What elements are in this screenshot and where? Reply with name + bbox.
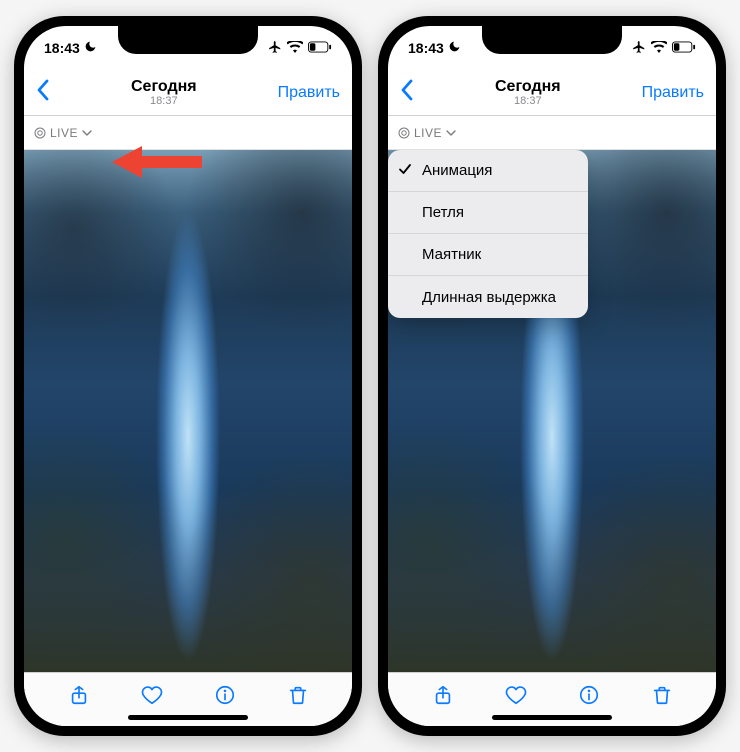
live-icon bbox=[34, 127, 46, 139]
info-button[interactable] bbox=[214, 684, 236, 711]
live-badge[interactable]: LIVE bbox=[34, 126, 92, 140]
wifi-icon bbox=[287, 40, 303, 56]
share-button[interactable] bbox=[68, 684, 90, 711]
edit-button[interactable]: Править bbox=[642, 84, 704, 102]
edit-button[interactable]: Править bbox=[278, 84, 340, 102]
dropdown-item-loop[interactable]: Петля bbox=[388, 192, 588, 234]
dropdown-item-label: Петля bbox=[422, 204, 464, 221]
live-badge[interactable]: LIVE bbox=[398, 126, 456, 140]
dropdown-item-animation[interactable]: Анимация bbox=[388, 150, 588, 192]
waterfall-photo bbox=[24, 150, 352, 672]
delete-button[interactable] bbox=[651, 684, 673, 711]
live-label: LIVE bbox=[414, 126, 442, 140]
live-effects-dropdown: Анимация Петля Маятник Длинная выдержка bbox=[388, 150, 588, 318]
notch bbox=[118, 26, 258, 54]
chevron-down-icon bbox=[446, 128, 456, 138]
favorite-button[interactable] bbox=[141, 684, 163, 711]
live-icon bbox=[398, 127, 410, 139]
nav-title-text: Сегодня bbox=[414, 78, 642, 96]
live-label: LIVE bbox=[50, 126, 78, 140]
share-button[interactable] bbox=[432, 684, 454, 711]
battery-icon bbox=[308, 40, 332, 56]
nav-subtitle: 18:37 bbox=[50, 95, 278, 107]
dropdown-item-label: Маятник bbox=[422, 246, 481, 263]
airplane-icon bbox=[632, 40, 646, 57]
nav-bar: Сегодня 18:37 Править bbox=[24, 70, 352, 116]
delete-button[interactable] bbox=[287, 684, 309, 711]
wifi-icon bbox=[651, 40, 667, 56]
dropdown-item-bounce[interactable]: Маятник bbox=[388, 234, 588, 276]
phone-mockup-right: 18:43 Сегодня bbox=[378, 16, 726, 736]
nav-subtitle: 18:37 bbox=[414, 95, 642, 107]
status-time: 18:43 bbox=[44, 40, 80, 56]
back-button[interactable] bbox=[36, 79, 50, 106]
live-bar: LIVE bbox=[388, 116, 716, 150]
notch bbox=[482, 26, 622, 54]
nav-title-text: Сегодня bbox=[50, 78, 278, 96]
favorite-button[interactable] bbox=[505, 684, 527, 711]
info-button[interactable] bbox=[578, 684, 600, 711]
home-indicator[interactable] bbox=[128, 715, 248, 720]
dropdown-item-label: Анимация bbox=[422, 162, 492, 179]
moon-icon bbox=[448, 40, 461, 56]
nav-bar: Сегодня 18:37 Править bbox=[388, 70, 716, 116]
airplane-icon bbox=[268, 40, 282, 57]
photo-viewport[interactable] bbox=[24, 150, 352, 672]
moon-icon bbox=[84, 40, 97, 56]
chevron-down-icon bbox=[82, 128, 92, 138]
photo-viewport[interactable]: Анимация Петля Маятник Длинная выдержка bbox=[388, 150, 716, 672]
phone-mockup-left: 18:43 Сегодня bbox=[14, 16, 362, 736]
nav-title: Сегодня 18:37 bbox=[414, 78, 642, 108]
battery-icon bbox=[672, 40, 696, 56]
screen: 18:43 Сегодня bbox=[24, 26, 352, 726]
callout-arrow bbox=[112, 144, 202, 185]
home-indicator[interactable] bbox=[492, 715, 612, 720]
dropdown-item-long-exposure[interactable]: Длинная выдержка bbox=[388, 276, 588, 318]
screen: 18:43 Сегодня bbox=[388, 26, 716, 726]
status-time: 18:43 bbox=[408, 40, 444, 56]
nav-title: Сегодня 18:37 bbox=[50, 78, 278, 108]
check-icon bbox=[398, 162, 412, 180]
dropdown-item-label: Длинная выдержка bbox=[422, 289, 556, 306]
back-button[interactable] bbox=[400, 79, 414, 106]
